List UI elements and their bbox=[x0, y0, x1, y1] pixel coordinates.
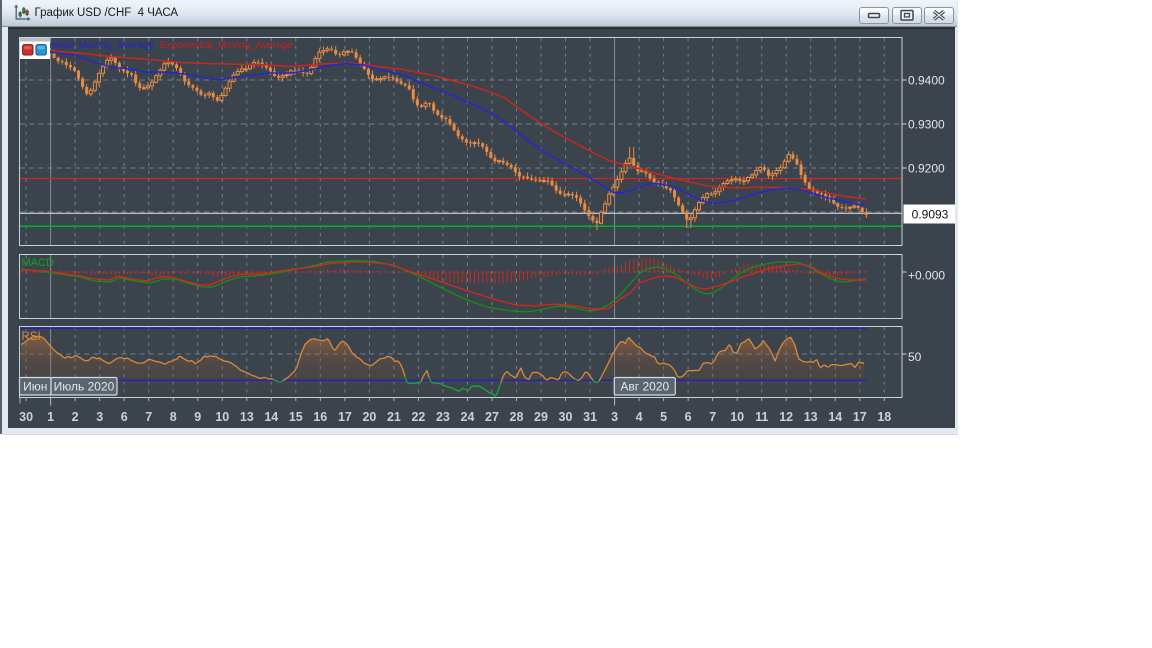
svg-text:31: 31 bbox=[583, 410, 597, 424]
svg-text:17: 17 bbox=[853, 410, 867, 424]
svg-text:13: 13 bbox=[804, 410, 818, 424]
svg-text:10: 10 bbox=[730, 410, 744, 424]
svg-text:8: 8 bbox=[170, 410, 177, 424]
svg-text:15: 15 bbox=[289, 410, 303, 424]
svg-text:30: 30 bbox=[559, 410, 573, 424]
svg-text:3: 3 bbox=[96, 410, 103, 424]
svg-text:14: 14 bbox=[828, 410, 842, 424]
svg-text:30: 30 bbox=[19, 410, 33, 424]
svg-text:11: 11 bbox=[755, 410, 768, 424]
svg-text:29: 29 bbox=[534, 410, 548, 424]
svg-text:0.9093: 0.9093 bbox=[912, 208, 949, 222]
svg-text:Июль 2020: Июль 2020 bbox=[54, 380, 115, 394]
svg-text:12: 12 bbox=[779, 410, 793, 424]
svg-text:+0.000: +0.000 bbox=[908, 269, 945, 283]
svg-text:4: 4 bbox=[636, 410, 643, 424]
svg-text:16: 16 bbox=[313, 410, 327, 424]
svg-text:27: 27 bbox=[485, 410, 499, 424]
svg-text:24: 24 bbox=[461, 410, 475, 424]
svg-text:18: 18 bbox=[877, 410, 891, 424]
svg-text:7: 7 bbox=[145, 410, 152, 424]
svg-text:Exponential_Moving_Average: Exponential_Moving_Average bbox=[160, 40, 293, 51]
svg-text:22: 22 bbox=[411, 410, 425, 424]
svg-text:2: 2 bbox=[72, 410, 79, 424]
svg-text:23: 23 bbox=[436, 410, 450, 424]
svg-text:0.9400: 0.9400 bbox=[908, 74, 945, 88]
svg-text:6: 6 bbox=[121, 410, 128, 424]
svg-text:7: 7 bbox=[709, 410, 716, 424]
svg-text:0.9200: 0.9200 bbox=[908, 162, 945, 176]
svg-text:17: 17 bbox=[338, 410, 352, 424]
svg-text:MACD: MACD bbox=[22, 257, 54, 269]
svg-text:Авг 2020: Авг 2020 bbox=[620, 380, 669, 394]
svg-text:1: 1 bbox=[47, 410, 54, 424]
svg-text:13: 13 bbox=[240, 410, 254, 424]
svg-text:Июн: Июн bbox=[23, 380, 47, 394]
svg-text:6: 6 bbox=[685, 410, 692, 424]
svg-text:28: 28 bbox=[510, 410, 524, 424]
svg-text:20: 20 bbox=[362, 410, 376, 424]
svg-text:RSI: RSI bbox=[22, 331, 41, 343]
svg-text:9: 9 bbox=[194, 410, 201, 424]
svg-text:50: 50 bbox=[908, 350, 922, 364]
svg-text:5: 5 bbox=[660, 410, 667, 424]
svg-text:21: 21 bbox=[387, 410, 401, 424]
svg-text:10: 10 bbox=[215, 410, 229, 424]
svg-text:3: 3 bbox=[611, 410, 618, 424]
svg-text:0.9300: 0.9300 bbox=[908, 118, 945, 132]
svg-text:14: 14 bbox=[264, 410, 278, 424]
